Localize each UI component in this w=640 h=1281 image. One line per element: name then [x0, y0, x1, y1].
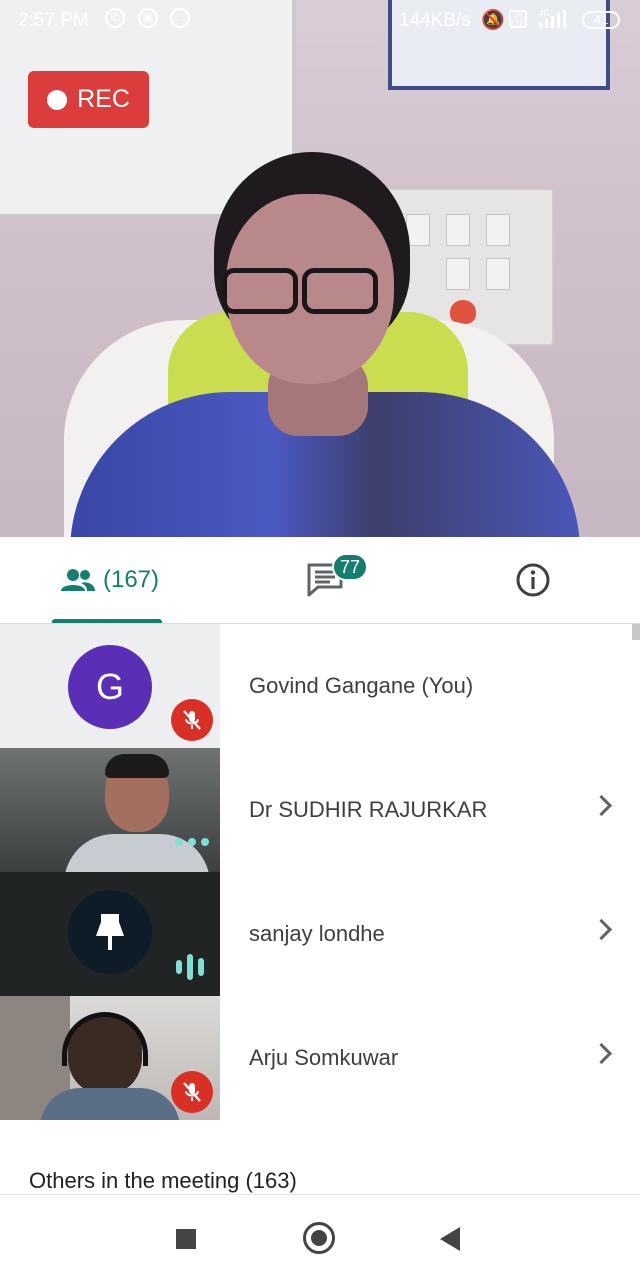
signal-icon: 4G — [539, 9, 566, 28]
participant-name: Dr SUDHIR RAJURKAR — [249, 797, 488, 822]
chat-badge: 77 — [332, 553, 368, 581]
avatar — [68, 890, 152, 974]
meet-icon: ▣ — [138, 8, 158, 28]
participant-name: Arju Somkuwar — [249, 1045, 399, 1070]
pin-icon — [96, 914, 124, 950]
speaker-glasses — [222, 268, 298, 314]
record-dot-icon — [47, 89, 68, 110]
active-tab-indicator — [52, 619, 162, 623]
speaking-indicator-icon — [176, 952, 204, 982]
chevron-right-icon[interactable] — [590, 794, 613, 817]
svg-text:4G: 4G — [539, 9, 550, 18]
mute-bell-icon: 🔕 — [481, 10, 505, 31]
meeting-tabs: (167) 77 — [0, 537, 640, 624]
network-speed: 144KB/s — [399, 10, 471, 31]
participant-name: Govind Gangane (You) — [249, 673, 474, 698]
mic-off-icon — [171, 699, 213, 741]
participant-video-tile — [0, 996, 220, 1120]
participant-row[interactable]: Arju Somkuwar — [0, 996, 640, 1120]
tab-info[interactable] — [500, 537, 566, 623]
others-heading: Others in the meeting (163) — [29, 1168, 297, 1193]
tab-chat[interactable]: 77 — [280, 537, 370, 623]
main-video[interactable]: REC — [0, 0, 640, 537]
home-button[interactable] — [303, 1222, 335, 1254]
tab-people[interactable]: (167) — [40, 537, 180, 623]
headphones-icon — [62, 1012, 148, 1066]
scrollbar[interactable] — [632, 624, 640, 640]
participant-tile — [0, 872, 220, 996]
participant-tile: G — [0, 624, 220, 748]
people-count: (167) — [102, 566, 160, 593]
participant-name: sanjay londhe — [249, 921, 385, 946]
chat-icon: … — [170, 8, 190, 28]
rec-label: REC — [77, 85, 130, 113]
chevron-right-icon[interactable] — [590, 1042, 613, 1065]
info-icon — [516, 563, 550, 597]
status-bar: 2:57 PM ✆ ▣ … 144KB/s 🔕 Vo LTE 4G 41 — [0, 0, 640, 42]
participant-row[interactable]: sanjay londhe — [0, 872, 640, 996]
recording-indicator: REC — [28, 71, 149, 128]
mic-off-icon — [171, 1071, 213, 1113]
volte-icon: Vo LTE — [509, 10, 527, 28]
whatsapp-icon: ✆ — [105, 8, 125, 28]
participant-video-tile — [0, 748, 220, 872]
avatar: G — [68, 645, 152, 729]
more-options-icon — [175, 838, 209, 846]
people-icon — [60, 569, 95, 591]
back-button[interactable] — [440, 1227, 460, 1251]
recents-button[interactable] — [176, 1229, 196, 1249]
speaker-glasses — [302, 268, 378, 314]
participant-row[interactable]: Dr SUDHIR RAJURKAR — [0, 748, 640, 872]
participant-shirt — [40, 1088, 180, 1120]
system-nav-bar — [0, 1194, 640, 1281]
participant-hair — [105, 754, 169, 778]
chevron-right-icon[interactable] — [590, 918, 613, 941]
battery-icon: 41 — [582, 11, 620, 29]
participant-row[interactable]: G Govind Gangane (You) — [0, 624, 640, 748]
status-time: 2:57 PM — [18, 10, 89, 31]
